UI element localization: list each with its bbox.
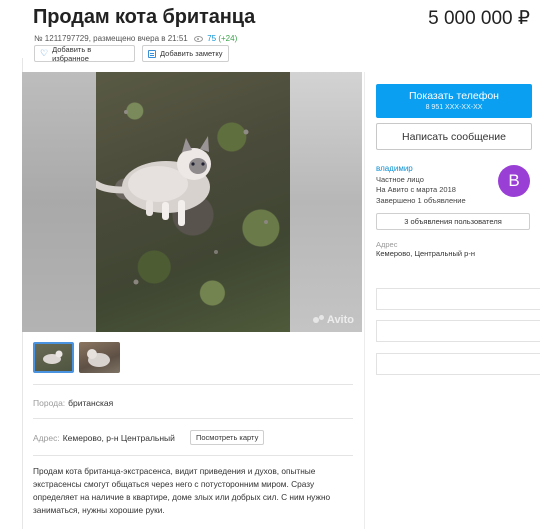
divider bbox=[33, 384, 353, 385]
cat-photo bbox=[92, 72, 290, 332]
main-photo[interactable]: Avito bbox=[22, 72, 362, 332]
listing-meta: № 1211797729, размещено вчера в 21:51 75… bbox=[34, 34, 237, 43]
listing-description: Продам кота британца-экстрасенса, видит … bbox=[33, 466, 331, 515]
seller-name-link[interactable]: владимир bbox=[376, 164, 466, 175]
add-note-button[interactable]: Добавить заметку bbox=[142, 45, 229, 62]
cat-illustration bbox=[92, 110, 268, 285]
show-phone-label: Показать телефон bbox=[409, 90, 499, 102]
seller-completed: Завершено 1 объявление bbox=[376, 195, 466, 205]
views-counter: 75 (+24) bbox=[193, 34, 238, 43]
address-value: Кемерово, р-н Центральный bbox=[62, 433, 175, 443]
views-count: 75 bbox=[207, 34, 217, 43]
show-phone-button[interactable]: Показать телефон 8 951 XXX-XX-XX bbox=[376, 84, 532, 118]
listing-title: Продам кота британца bbox=[33, 6, 256, 28]
show-map-button[interactable]: Посмотреть карту bbox=[190, 430, 265, 445]
divider bbox=[33, 455, 353, 456]
add-note-label: Добавить заметку bbox=[160, 49, 223, 58]
avito-logo-icon bbox=[312, 315, 325, 325]
thumbnail-1[interactable] bbox=[33, 342, 74, 373]
seller-since: На Авито с марта 2018 bbox=[376, 185, 456, 194]
user-ads-button[interactable]: 3 объявления пользователя bbox=[376, 213, 530, 230]
write-message-button[interactable]: Написать сообщение bbox=[376, 123, 532, 150]
divider bbox=[33, 418, 353, 419]
eye-icon bbox=[193, 36, 203, 42]
photo-thumbnails bbox=[33, 342, 120, 373]
sidebar-border bbox=[364, 72, 365, 529]
masked-phone-number: 8 951 XXX-XX-XX bbox=[425, 104, 483, 111]
breed-label: Порода: bbox=[33, 398, 66, 408]
watermark-text: Avito bbox=[326, 314, 354, 326]
photo-blur-left bbox=[22, 72, 96, 332]
seller-avatar[interactable]: B bbox=[498, 165, 530, 197]
seller-type: Частное лицо bbox=[376, 174, 424, 184]
listing-page: Продам кота британца 5 000 000 ₽ № 12117… bbox=[0, 0, 540, 529]
sidebar-block-2 bbox=[376, 320, 540, 342]
thumbnail-2-image bbox=[87, 349, 110, 367]
listing-number-date: № 1211797729, размещено вчера в 21:51 bbox=[34, 34, 188, 43]
sidebar-block-3 bbox=[376, 353, 540, 375]
sidebar-address-label: Адрес bbox=[376, 240, 398, 249]
add-to-favorites-label: Добавить в избранное bbox=[52, 44, 92, 63]
seller-info: владимир Частное лицо На Авито с марта 2… bbox=[376, 164, 466, 206]
breed-value: британская bbox=[68, 398, 114, 408]
breed-row: Порода: британская bbox=[33, 398, 113, 408]
address-label: Адрес: bbox=[33, 433, 60, 443]
photo-watermark: Avito bbox=[312, 314, 354, 326]
add-to-favorites-button[interactable]: ♡ Добавить в избранное bbox=[34, 44, 135, 63]
sidebar-block-1 bbox=[376, 288, 540, 310]
thumbnail-1-image bbox=[43, 350, 63, 364]
note-icon bbox=[148, 49, 156, 58]
photo-blur-right bbox=[290, 72, 362, 332]
heart-icon: ♡ bbox=[40, 48, 49, 58]
listing-price: 5 000 000 ₽ bbox=[428, 8, 530, 29]
thumbnail-2[interactable] bbox=[79, 342, 120, 373]
address-row: Адрес: Кемерово, р-н Центральный bbox=[33, 433, 175, 443]
views-delta: (+24) bbox=[218, 34, 238, 43]
sidebar-address-value: Кемерово, Центральный р-н bbox=[376, 249, 475, 258]
